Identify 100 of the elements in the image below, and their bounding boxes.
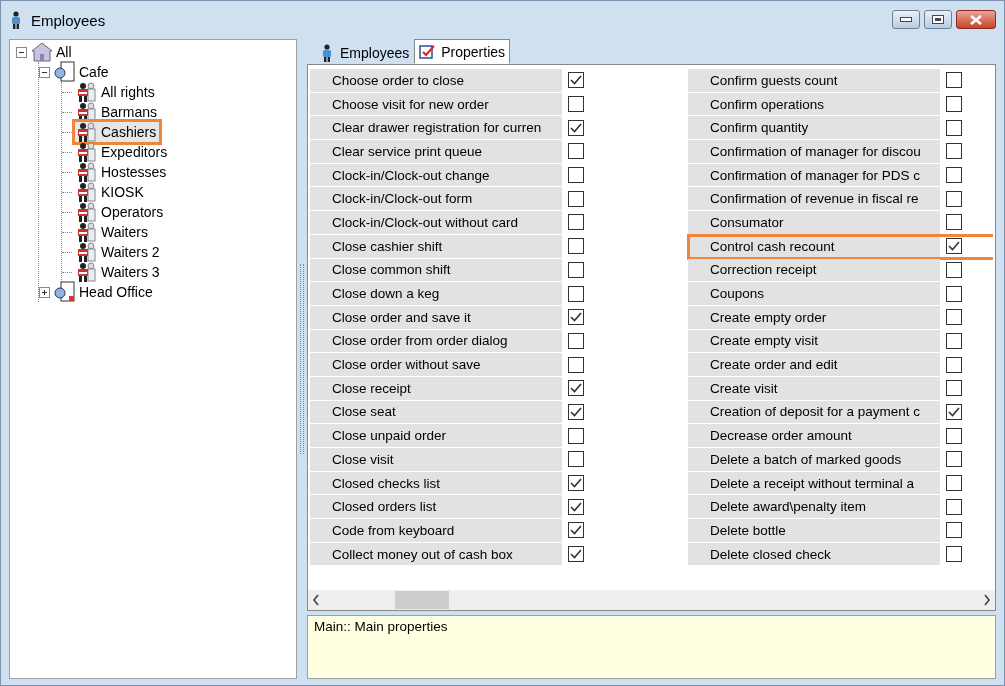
horizontal-scrollbar[interactable] bbox=[308, 590, 995, 610]
checkbox[interactable] bbox=[568, 143, 584, 160]
tree-item[interactable]: All bbox=[30, 42, 75, 62]
checkbox[interactable] bbox=[568, 309, 584, 326]
maximize-icon bbox=[932, 15, 944, 24]
tab[interactable]: Employees bbox=[315, 42, 415, 64]
scroll-right-icon[interactable] bbox=[983, 594, 991, 606]
property-name: Code from keyboard bbox=[310, 519, 562, 543]
property-name: Close order and save it bbox=[310, 305, 562, 330]
checkbox[interactable] bbox=[568, 214, 584, 231]
property-name: Create empty visit bbox=[688, 329, 940, 354]
checkbox[interactable] bbox=[568, 451, 584, 468]
property-name: Collect money out of cash box bbox=[310, 542, 562, 567]
checkbox[interactable] bbox=[946, 72, 962, 89]
document-icon bbox=[53, 281, 77, 303]
checkbox[interactable] bbox=[946, 332, 962, 349]
checkbox[interactable] bbox=[568, 546, 584, 563]
checkbox[interactable] bbox=[946, 214, 962, 231]
checkbox[interactable] bbox=[946, 238, 962, 255]
checkbox[interactable] bbox=[946, 285, 962, 302]
property-name: Clear drawer registration for curren bbox=[310, 116, 562, 141]
tree-item[interactable]: KIOSK bbox=[75, 182, 147, 202]
tree-item[interactable]: Hostesses bbox=[75, 162, 170, 182]
tree-item[interactable]: Waiters 2 bbox=[75, 242, 163, 262]
property-name: Decrease order amount bbox=[688, 424, 940, 448]
checkbox[interactable] bbox=[946, 143, 962, 160]
people-icon bbox=[75, 262, 99, 282]
checkbox[interactable] bbox=[568, 380, 584, 397]
maximize-button[interactable] bbox=[924, 10, 952, 29]
people-icon bbox=[75, 222, 99, 242]
splitter-handle[interactable] bbox=[300, 264, 304, 454]
description-panel: Main:: Main properties bbox=[307, 615, 996, 679]
checkbox[interactable] bbox=[946, 190, 962, 207]
property-name: Close seat bbox=[310, 400, 562, 425]
checkbox[interactable] bbox=[568, 356, 584, 373]
checkbox[interactable] bbox=[946, 96, 962, 113]
property-name: Choose visit for new order bbox=[310, 92, 562, 117]
tree-item[interactable]: Waiters 3 bbox=[75, 262, 163, 282]
property-name: Delete award\penalty item bbox=[688, 495, 940, 520]
scrollbar-thumb[interactable] bbox=[394, 591, 449, 609]
scroll-left-icon[interactable] bbox=[312, 594, 320, 606]
property-name: Closed orders list bbox=[310, 495, 562, 520]
checkbox[interactable] bbox=[946, 167, 962, 184]
property-name: Confirm guests count bbox=[688, 69, 940, 93]
checkbox[interactable] bbox=[946, 119, 962, 136]
property-name: Consumator bbox=[688, 211, 940, 235]
people-icon bbox=[75, 242, 99, 262]
property-name: Confirmation of manager for discou bbox=[688, 140, 940, 164]
window-title: Employees bbox=[31, 11, 107, 29]
checkbox[interactable] bbox=[568, 238, 584, 255]
checkbox[interactable] bbox=[946, 475, 962, 492]
tree-item[interactable]: Expeditors bbox=[75, 142, 171, 162]
close-button[interactable] bbox=[956, 10, 996, 29]
checkbox[interactable] bbox=[568, 403, 584, 420]
checkbox[interactable] bbox=[568, 522, 584, 539]
checkbox[interactable] bbox=[946, 498, 962, 515]
checkbox[interactable] bbox=[568, 498, 584, 515]
people-icon bbox=[75, 142, 99, 162]
checkbox[interactable] bbox=[946, 309, 962, 326]
checkbox[interactable] bbox=[946, 427, 962, 444]
property-name: Creation of deposit for a payment c bbox=[688, 400, 940, 425]
checkbox[interactable] bbox=[946, 451, 962, 468]
minimize-button[interactable] bbox=[892, 10, 920, 29]
checkbox[interactable] bbox=[946, 522, 962, 539]
checkbox[interactable] bbox=[568, 96, 584, 113]
collapse-icon[interactable] bbox=[16, 46, 27, 58]
tree-item[interactable]: Cashiers bbox=[75, 122, 160, 142]
checkbox[interactable] bbox=[568, 119, 584, 136]
tree-item[interactable]: Head Office bbox=[53, 282, 156, 302]
property-name: Delete a batch of marked goods bbox=[688, 448, 940, 472]
checkbox[interactable] bbox=[946, 546, 962, 563]
checkbox[interactable] bbox=[568, 72, 584, 89]
property-name: Delete a receipt without terminal a bbox=[688, 471, 940, 496]
checkbox[interactable] bbox=[568, 285, 584, 302]
checkbox[interactable] bbox=[568, 475, 584, 492]
property-name: Confirmation of manager for PDS c bbox=[688, 163, 940, 188]
expand-icon[interactable] bbox=[39, 286, 50, 298]
people-icon bbox=[75, 122, 99, 142]
checkbox[interactable] bbox=[568, 261, 584, 278]
checkbox[interactable] bbox=[568, 190, 584, 207]
checkbox[interactable] bbox=[568, 332, 584, 349]
property-name: Create visit bbox=[688, 376, 940, 401]
tree-item[interactable]: Waiters bbox=[75, 222, 151, 242]
property-name: Clear service print queue bbox=[310, 140, 562, 164]
checkbox[interactable] bbox=[568, 427, 584, 444]
checkbox[interactable] bbox=[946, 356, 962, 373]
tree-item[interactable]: Cafe bbox=[53, 62, 112, 82]
collapse-icon[interactable] bbox=[39, 66, 50, 78]
people-icon bbox=[75, 182, 99, 202]
checkbox[interactable] bbox=[946, 261, 962, 278]
property-name: Close common shift bbox=[310, 258, 562, 283]
tree-item[interactable]: Operators bbox=[75, 202, 167, 222]
property-name: Confirm quantity bbox=[688, 116, 940, 141]
tree-item[interactable]: All rights bbox=[75, 82, 158, 102]
checkbox[interactable] bbox=[946, 380, 962, 397]
property-name: Confirm operations bbox=[688, 92, 940, 117]
tab[interactable]: Properties bbox=[414, 39, 511, 64]
checkbox[interactable] bbox=[946, 403, 962, 420]
people-icon bbox=[75, 82, 99, 102]
checkbox[interactable] bbox=[568, 167, 584, 184]
